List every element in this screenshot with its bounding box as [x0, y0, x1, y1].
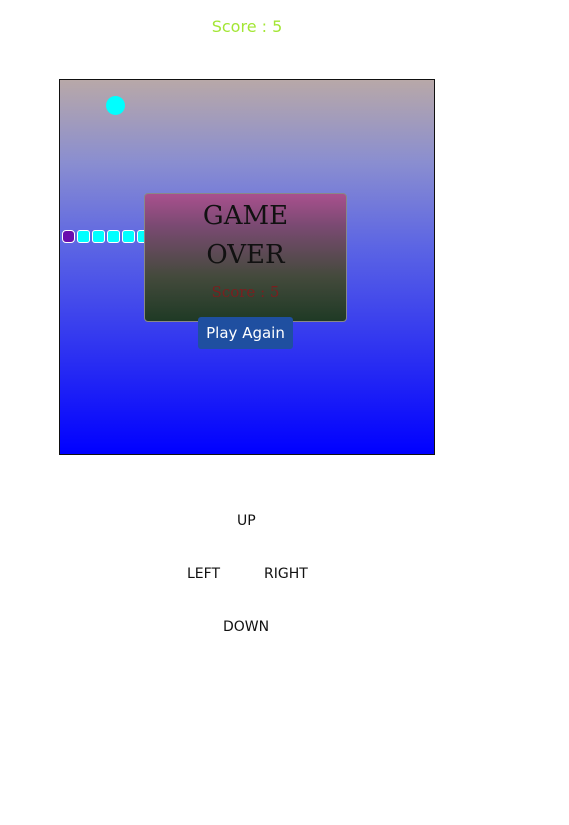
left-button[interactable]: LEFT: [187, 566, 220, 582]
down-button[interactable]: DOWN: [223, 619, 269, 635]
snake-head: [62, 230, 75, 243]
up-button[interactable]: UP: [237, 513, 256, 529]
game-board: GAME OVER Score : 5 Play Again: [59, 79, 435, 455]
snake-segment: [107, 230, 120, 243]
snake-segment: [77, 230, 90, 243]
snake-segment: [122, 230, 135, 243]
right-button[interactable]: RIGHT: [264, 566, 308, 582]
game-over-panel: GAME OVER Score : 5: [144, 193, 347, 322]
play-again-button[interactable]: Play Again: [198, 317, 293, 349]
game-over-title: GAME OVER: [202, 201, 289, 270]
score-display: Score : 5: [211, 17, 283, 36]
game-over-score: Score : 5: [211, 283, 280, 301]
snake-segment: [92, 230, 105, 243]
food-dot: [106, 96, 125, 115]
